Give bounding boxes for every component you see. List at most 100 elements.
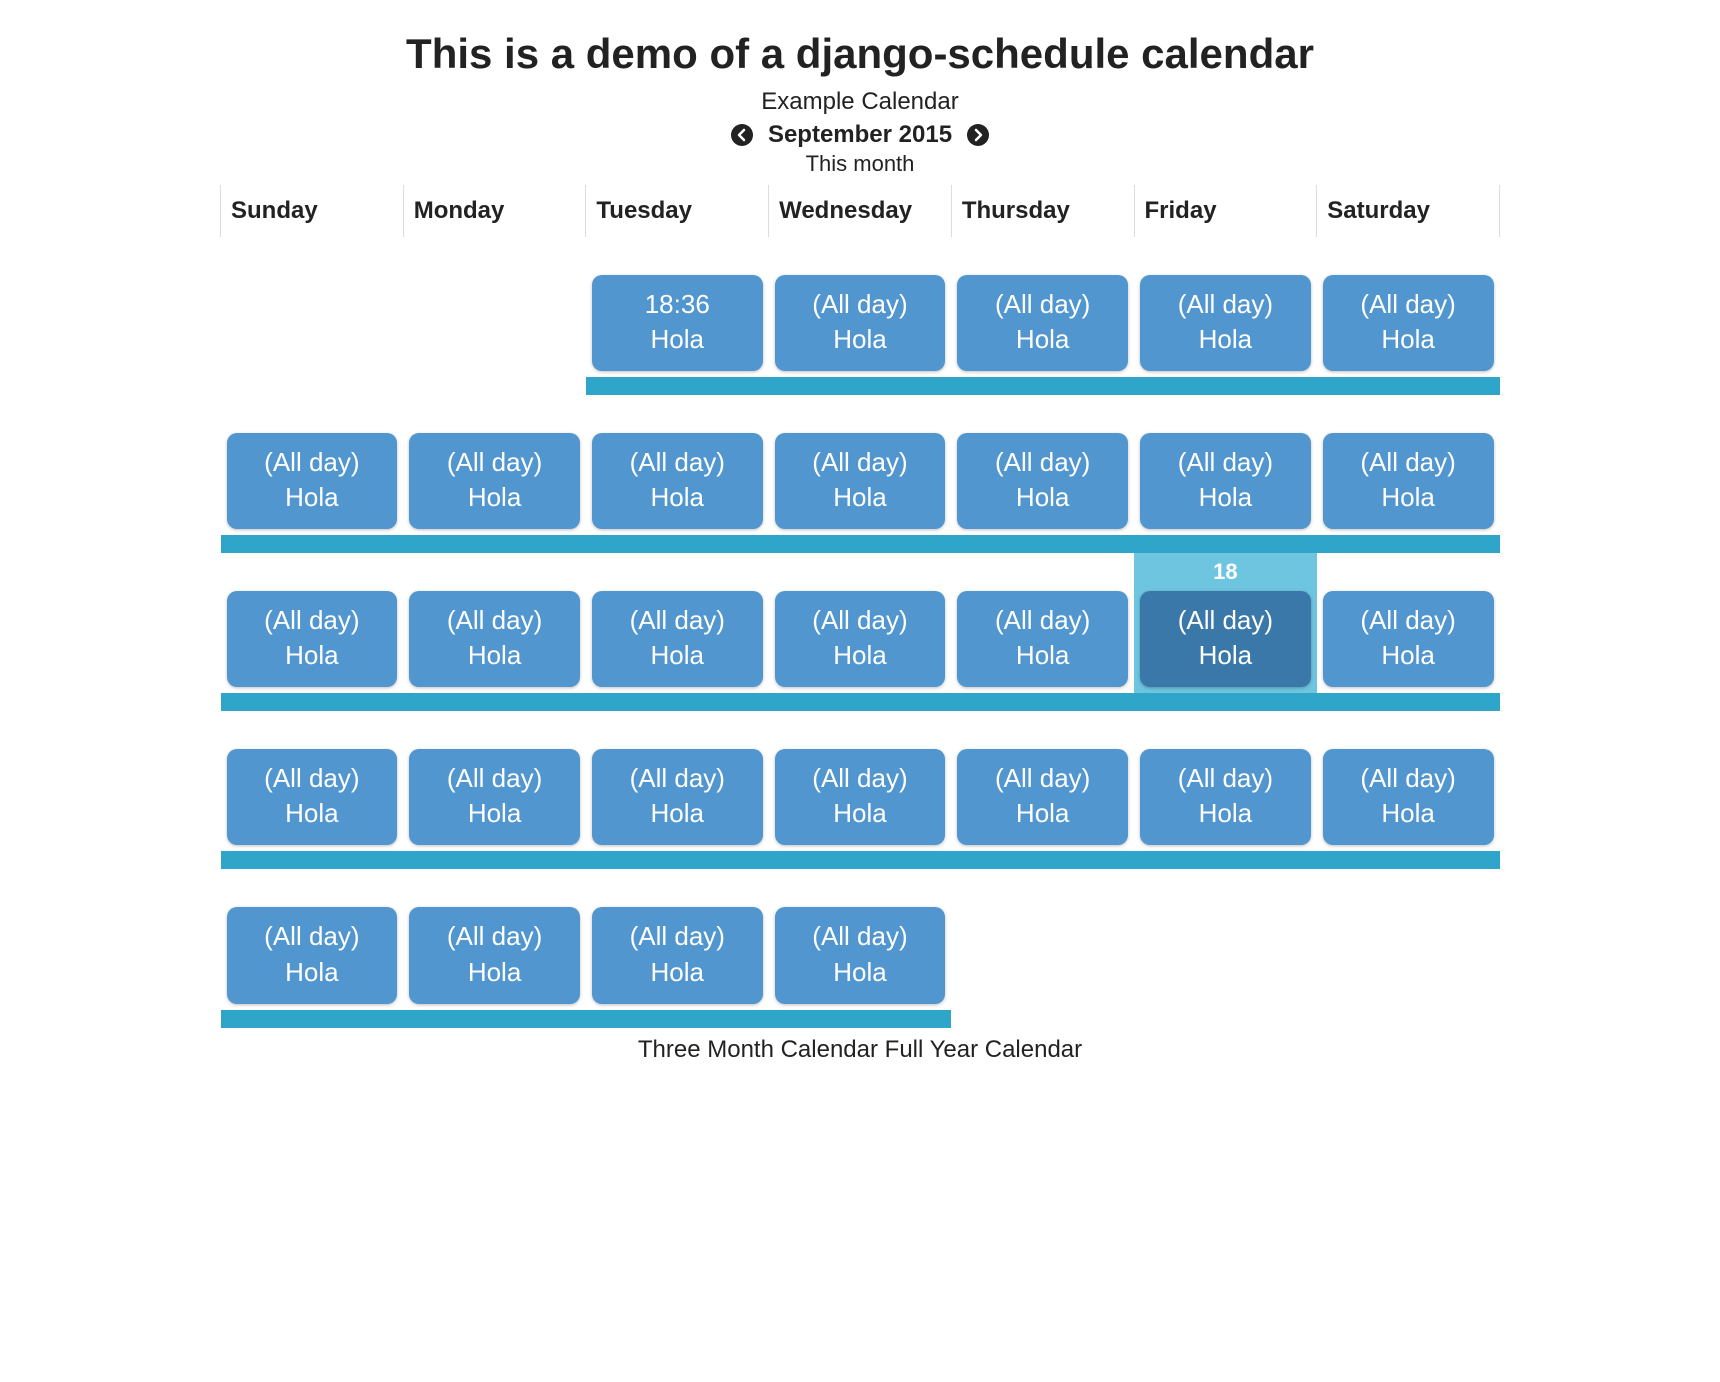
calendar-event[interactable]: (All day)Hola bbox=[775, 275, 946, 371]
calendar-day-cell[interactable]: 25(All day)Hola bbox=[1134, 711, 1317, 869]
weekday-header: Saturday bbox=[1317, 185, 1500, 237]
day-number: 2 bbox=[769, 237, 952, 271]
calendar-day-cell[interactable]: 16 (All day)Hola bbox=[769, 553, 952, 711]
day-cell-accent bbox=[221, 693, 404, 711]
calendar-event[interactable]: (All day)Hola bbox=[227, 433, 398, 529]
event-time: (All day) bbox=[1146, 287, 1305, 322]
calendar-event[interactable]: (All day)Hola bbox=[957, 749, 1128, 845]
calendar-day-cell[interactable]: 7(All day)Hola bbox=[403, 395, 586, 553]
calendar-event[interactable]: 18:36Hola bbox=[592, 275, 763, 371]
calendar-day-cell[interactable]: 24 (All day)Hola bbox=[951, 711, 1134, 869]
calendar-event[interactable]: (All day)Hola bbox=[592, 749, 763, 845]
calendar-event[interactable]: (All day)Hola bbox=[409, 433, 580, 529]
calendar-day-cell bbox=[951, 869, 1134, 1027]
calendar-day-cell bbox=[221, 237, 404, 395]
event-time: (All day) bbox=[963, 287, 1122, 322]
weekday-header: Wednesday bbox=[769, 185, 952, 237]
calendar-day-cell[interactable]: 29 (All day)Hola bbox=[586, 869, 769, 1027]
event-title: Hola bbox=[963, 796, 1122, 831]
day-cell-accent bbox=[221, 1010, 404, 1028]
calendar-event[interactable]: (All day)Hola bbox=[1323, 591, 1494, 687]
calendar-day-cell[interactable]: 14(All day)Hola bbox=[403, 553, 586, 711]
calendar-event[interactable]: (All day)Hola bbox=[775, 749, 946, 845]
calendar-day-cell[interactable]: 12(All day)Hola bbox=[1317, 395, 1500, 553]
calendar-day-cell[interactable]: 15 (All day)Hola bbox=[586, 553, 769, 711]
calendar-event[interactable]: (All day)Hola bbox=[409, 749, 580, 845]
calendar-event[interactable]: (All day)Hola bbox=[227, 907, 398, 1003]
full-year-link[interactable]: Full Year Calendar bbox=[885, 1036, 1082, 1063]
calendar-event[interactable]: (All day)Hola bbox=[592, 591, 763, 687]
calendar-day-cell[interactable]: 17 (All day)Hola bbox=[951, 553, 1134, 711]
calendar-day-cell[interactable]: 118:36Hola bbox=[586, 237, 769, 395]
day-number: 29 bbox=[586, 869, 769, 903]
day-number: 21 bbox=[403, 711, 586, 745]
calendar-day-cell bbox=[1317, 869, 1500, 1027]
calendar-event[interactable]: (All day)Hola bbox=[1140, 749, 1311, 845]
arrow-left-circle-icon bbox=[731, 124, 753, 146]
calendar-day-cell[interactable]: 30(All day)Hola bbox=[769, 869, 952, 1027]
calendar-event[interactable]: (All day)Hola bbox=[957, 591, 1128, 687]
calendar-event[interactable]: (All day)Hola bbox=[775, 907, 946, 1003]
calendar-event[interactable]: (All day)Hola bbox=[592, 907, 763, 1003]
event-time: (All day) bbox=[233, 603, 392, 638]
calendar-event[interactable]: (All day)Hola bbox=[1323, 749, 1494, 845]
event-time: 18:36 bbox=[598, 287, 757, 322]
calendar-event[interactable]: (All day)Hola bbox=[1323, 433, 1494, 529]
calendar-day-cell[interactable]: 28 (All day)Hola bbox=[403, 869, 586, 1027]
day-number: 16 bbox=[769, 553, 952, 587]
day-number: 10 bbox=[951, 395, 1134, 429]
day-number: 17 bbox=[951, 553, 1134, 587]
day-cell-accent bbox=[221, 535, 404, 553]
calendar-event[interactable]: (All day)Hola bbox=[1323, 275, 1494, 371]
calendar-event[interactable]: (All day)Hola bbox=[227, 749, 398, 845]
calendar-day-cell[interactable]: 23(All day)Hola bbox=[769, 711, 952, 869]
day-number: 28 bbox=[403, 869, 586, 903]
next-month-button[interactable] bbox=[967, 124, 989, 146]
calendar-day-cell[interactable]: 11(All day)Hola bbox=[1134, 395, 1317, 553]
calendar-day-cell[interactable]: 18(All day)Hola bbox=[1134, 553, 1317, 711]
calendar-event[interactable]: (All day)Hola bbox=[1140, 591, 1311, 687]
calendar-event[interactable]: (All day)Hola bbox=[775, 433, 946, 529]
day-number: 15 bbox=[586, 553, 769, 587]
calendar-day-cell[interactable]: 8(All day)Hola bbox=[586, 395, 769, 553]
day-cell-accent bbox=[951, 693, 1134, 711]
calendar-day-cell[interactable]: 4(All day)Hola bbox=[1134, 237, 1317, 395]
event-time: (All day) bbox=[415, 445, 574, 480]
calendar-day-cell[interactable]: 10 (All day)Hola bbox=[951, 395, 1134, 553]
calendar-day-cell[interactable]: 2 (All day)Hola bbox=[769, 237, 952, 395]
calendar-event[interactable]: (All day)Hola bbox=[775, 591, 946, 687]
event-time: (All day) bbox=[233, 919, 392, 954]
calendar-week-row: 20(All day)Hola21(All day)Hola22(All day… bbox=[221, 711, 1500, 869]
calendar-day-cell[interactable]: 27(All day)Hola bbox=[221, 869, 404, 1027]
calendar-event[interactable]: (All day)Hola bbox=[1140, 275, 1311, 371]
calendar-event[interactable]: (All day)Hola bbox=[957, 433, 1128, 529]
calendar-day-cell[interactable]: 21 (All day)Hola bbox=[403, 711, 586, 869]
calendar-event[interactable]: (All day)Hola bbox=[227, 591, 398, 687]
event-title: Hola bbox=[233, 955, 392, 990]
event-time: (All day) bbox=[1329, 761, 1488, 796]
calendar-event[interactable]: (All day)Hola bbox=[409, 591, 580, 687]
calendar-event[interactable]: (All day)Hola bbox=[1140, 433, 1311, 529]
weekday-header: Sunday bbox=[221, 185, 404, 237]
calendar-day-cell[interactable]: 9(All day)Hola bbox=[769, 395, 952, 553]
calendar-day-cell[interactable]: 26 (All day)Hola bbox=[1317, 711, 1500, 869]
day-number: 24 bbox=[951, 711, 1134, 745]
this-month-link[interactable]: This month bbox=[220, 151, 1500, 177]
calendar-event[interactable]: (All day)Hola bbox=[409, 907, 580, 1003]
calendar-week-row: 6(All day)Hola7(All day)Hola8(All day)Ho… bbox=[221, 395, 1500, 553]
calendar-event[interactable]: (All day)Hola bbox=[592, 433, 763, 529]
calendar-day-cell[interactable]: 5(All day)Hola bbox=[1317, 237, 1500, 395]
three-month-link[interactable]: Three Month Calendar bbox=[638, 1036, 878, 1063]
calendar-event[interactable]: (All day)Hola bbox=[957, 275, 1128, 371]
day-number: 26 bbox=[1317, 711, 1500, 745]
calendar-day-cell[interactable]: 6(All day)Hola bbox=[221, 395, 404, 553]
calendar-day-cell[interactable]: 19(All day)Hola bbox=[1317, 553, 1500, 711]
event-title: Hola bbox=[781, 480, 940, 515]
calendar-day-cell[interactable]: 13(All day)Hola bbox=[221, 553, 404, 711]
calendar-day-cell[interactable]: 20(All day)Hola bbox=[221, 711, 404, 869]
prev-month-button[interactable] bbox=[731, 124, 753, 146]
event-title: Hola bbox=[598, 955, 757, 990]
calendar-day-cell[interactable]: 22(All day)Hola bbox=[586, 711, 769, 869]
day-cell-accent bbox=[1134, 851, 1317, 869]
calendar-day-cell[interactable]: 3(All day)Hola bbox=[951, 237, 1134, 395]
